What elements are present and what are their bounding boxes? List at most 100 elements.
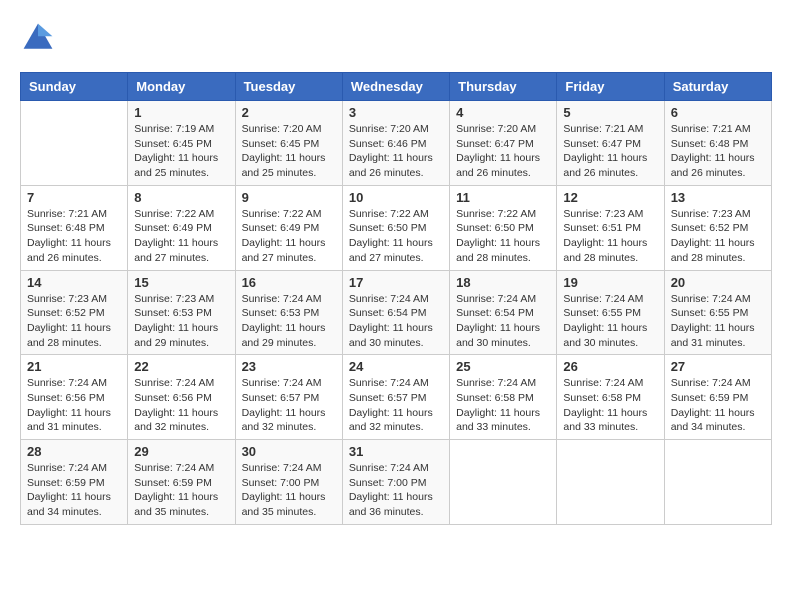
day-info: Sunrise: 7:22 AM Sunset: 6:49 PM Dayligh… [242,207,336,266]
day-info: Sunrise: 7:24 AM Sunset: 6:55 PM Dayligh… [563,292,657,351]
calendar-day-cell: 28 Sunrise: 7:24 AM Sunset: 6:59 PM Dayli… [21,440,128,525]
day-info: Sunrise: 7:20 AM Sunset: 6:45 PM Dayligh… [242,122,336,181]
day-number: 3 [349,105,443,120]
day-info: Sunrise: 7:20 AM Sunset: 6:46 PM Dayligh… [349,122,443,181]
day-number: 15 [134,275,228,290]
day-number: 12 [563,190,657,205]
day-info: Sunrise: 7:24 AM Sunset: 6:56 PM Dayligh… [134,376,228,435]
day-info: Sunrise: 7:20 AM Sunset: 6:47 PM Dayligh… [456,122,550,181]
day-info: Sunrise: 7:22 AM Sunset: 6:50 PM Dayligh… [456,207,550,266]
calendar-day-cell: 17 Sunrise: 7:24 AM Sunset: 6:54 PM Dayli… [342,270,449,355]
calendar-week-row: 14 Sunrise: 7:23 AM Sunset: 6:52 PM Dayli… [21,270,772,355]
day-info: Sunrise: 7:24 AM Sunset: 6:58 PM Dayligh… [456,376,550,435]
calendar-body: 1 Sunrise: 7:19 AM Sunset: 6:45 PM Daylig… [21,101,772,525]
day-number: 2 [242,105,336,120]
day-number: 21 [27,359,121,374]
day-number: 30 [242,444,336,459]
calendar-day-cell: 27 Sunrise: 7:24 AM Sunset: 6:59 PM Dayli… [664,355,771,440]
calendar-header-cell: Friday [557,73,664,101]
calendar-day-cell: 7 Sunrise: 7:21 AM Sunset: 6:48 PM Daylig… [21,185,128,270]
day-info: Sunrise: 7:24 AM Sunset: 6:57 PM Dayligh… [349,376,443,435]
day-info: Sunrise: 7:24 AM Sunset: 7:00 PM Dayligh… [242,461,336,520]
calendar-day-cell: 20 Sunrise: 7:24 AM Sunset: 6:55 PM Dayli… [664,270,771,355]
day-number: 8 [134,190,228,205]
calendar-header-cell: Thursday [450,73,557,101]
calendar-header-cell: Wednesday [342,73,449,101]
day-number: 18 [456,275,550,290]
day-number: 13 [671,190,765,205]
day-number: 19 [563,275,657,290]
day-number: 5 [563,105,657,120]
calendar-week-row: 1 Sunrise: 7:19 AM Sunset: 6:45 PM Daylig… [21,101,772,186]
calendar-day-cell: 5 Sunrise: 7:21 AM Sunset: 6:47 PM Daylig… [557,101,664,186]
day-info: Sunrise: 7:23 AM Sunset: 6:51 PM Dayligh… [563,207,657,266]
day-info: Sunrise: 7:21 AM Sunset: 6:48 PM Dayligh… [671,122,765,181]
calendar-day-cell: 6 Sunrise: 7:21 AM Sunset: 6:48 PM Daylig… [664,101,771,186]
calendar-day-cell [450,440,557,525]
calendar-day-cell: 4 Sunrise: 7:20 AM Sunset: 6:47 PM Daylig… [450,101,557,186]
day-number: 20 [671,275,765,290]
calendar-day-cell: 15 Sunrise: 7:23 AM Sunset: 6:53 PM Dayli… [128,270,235,355]
day-info: Sunrise: 7:24 AM Sunset: 6:58 PM Dayligh… [563,376,657,435]
calendar-day-cell: 2 Sunrise: 7:20 AM Sunset: 6:45 PM Daylig… [235,101,342,186]
calendar-day-cell: 21Sunrise: 7:24 AM Sunset: 6:56 PM Dayli… [21,355,128,440]
day-info: Sunrise: 7:24 AM Sunset: 6:59 PM Dayligh… [134,461,228,520]
day-number: 1 [134,105,228,120]
day-number: 22 [134,359,228,374]
calendar-day-cell: 1 Sunrise: 7:19 AM Sunset: 6:45 PM Daylig… [128,101,235,186]
day-info: Sunrise: 7:21 AM Sunset: 6:48 PM Dayligh… [27,207,121,266]
day-number: 28 [27,444,121,459]
calendar-day-cell: 14 Sunrise: 7:23 AM Sunset: 6:52 PM Dayli… [21,270,128,355]
calendar-day-cell: 31 Sunrise: 7:24 AM Sunset: 7:00 PM Dayli… [342,440,449,525]
day-info: Sunrise: 7:22 AM Sunset: 6:50 PM Dayligh… [349,207,443,266]
calendar-header-cell: Saturday [664,73,771,101]
day-number: 17 [349,275,443,290]
day-number: 10 [349,190,443,205]
day-info: Sunrise: 7:21 AM Sunset: 6:47 PM Dayligh… [563,122,657,181]
day-info: Sunrise: 7:24 AM Sunset: 6:59 PM Dayligh… [27,461,121,520]
day-number: 26 [563,359,657,374]
calendar-header-cell: Sunday [21,73,128,101]
calendar-day-cell: 3 Sunrise: 7:20 AM Sunset: 6:46 PM Daylig… [342,101,449,186]
calendar-day-cell: 30 Sunrise: 7:24 AM Sunset: 7:00 PM Dayli… [235,440,342,525]
calendar-day-cell: 8Sunrise: 7:22 AM Sunset: 6:49 PM Daylig… [128,185,235,270]
logo [20,20,60,56]
calendar-day-cell: 18Sunrise: 7:24 AM Sunset: 6:54 PM Dayli… [450,270,557,355]
calendar-day-cell [664,440,771,525]
calendar-day-cell [557,440,664,525]
logo-icon [20,20,56,56]
day-info: Sunrise: 7:24 AM Sunset: 6:57 PM Dayligh… [242,376,336,435]
day-info: Sunrise: 7:24 AM Sunset: 6:53 PM Dayligh… [242,292,336,351]
calendar-day-cell: 16Sunrise: 7:24 AM Sunset: 6:53 PM Dayli… [235,270,342,355]
calendar-day-cell: 11Sunrise: 7:22 AM Sunset: 6:50 PM Dayli… [450,185,557,270]
day-number: 31 [349,444,443,459]
calendar-day-cell: 9 Sunrise: 7:22 AM Sunset: 6:49 PM Daylig… [235,185,342,270]
day-info: Sunrise: 7:24 AM Sunset: 6:54 PM Dayligh… [349,292,443,351]
calendar-day-cell: 12 Sunrise: 7:23 AM Sunset: 6:51 PM Dayli… [557,185,664,270]
day-info: Sunrise: 7:24 AM Sunset: 6:55 PM Dayligh… [671,292,765,351]
day-info: Sunrise: 7:19 AM Sunset: 6:45 PM Dayligh… [134,122,228,181]
day-number: 7 [27,190,121,205]
calendar-day-cell: 24 Sunrise: 7:24 AM Sunset: 6:57 PM Dayli… [342,355,449,440]
day-number: 24 [349,359,443,374]
day-number: 23 [242,359,336,374]
day-number: 6 [671,105,765,120]
day-info: Sunrise: 7:23 AM Sunset: 6:52 PM Dayligh… [27,292,121,351]
day-number: 14 [27,275,121,290]
calendar-day-cell: 25 Sunrise: 7:24 AM Sunset: 6:58 PM Dayli… [450,355,557,440]
day-info: Sunrise: 7:23 AM Sunset: 6:52 PM Dayligh… [671,207,765,266]
calendar-header-cell: Tuesday [235,73,342,101]
calendar-day-cell [21,101,128,186]
day-number: 27 [671,359,765,374]
day-number: 4 [456,105,550,120]
calendar-day-cell: 22 Sunrise: 7:24 AM Sunset: 6:56 PM Dayli… [128,355,235,440]
calendar-table: SundayMondayTuesdayWednesdayThursdayFrid… [20,72,772,525]
day-info: Sunrise: 7:24 AM Sunset: 6:59 PM Dayligh… [671,376,765,435]
day-number: 25 [456,359,550,374]
day-number: 29 [134,444,228,459]
day-info: Sunrise: 7:23 AM Sunset: 6:53 PM Dayligh… [134,292,228,351]
day-info: Sunrise: 7:24 AM Sunset: 7:00 PM Dayligh… [349,461,443,520]
calendar-header-row: SundayMondayTuesdayWednesdayThursdayFrid… [21,73,772,101]
calendar-day-cell: 10 Sunrise: 7:22 AM Sunset: 6:50 PM Dayli… [342,185,449,270]
day-number: 9 [242,190,336,205]
